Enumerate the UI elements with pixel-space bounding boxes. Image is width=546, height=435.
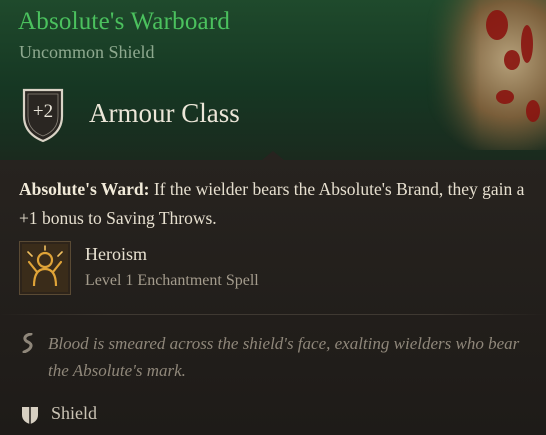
armour-class-badge: +2	[19, 86, 67, 144]
passive-name: Absolute's Ward:	[19, 179, 150, 199]
armour-class-label: Armour Class	[89, 98, 240, 128]
shield-icon	[22, 407, 38, 424]
item-art-image	[426, 0, 546, 150]
item-title: Absolute's Warboard	[18, 8, 231, 35]
flavor-quote-icon	[22, 333, 33, 353]
item-rarity: Uncommon Shield	[19, 42, 155, 62]
spell-subtitle: Level 1 Enchantment Spell	[85, 272, 259, 289]
armour-class-value: +2	[32, 101, 54, 122]
item-type-label: Shield	[51, 403, 98, 423]
divider-notch-icon	[262, 151, 284, 160]
flavor-text: Blood is smeared across the shield's fac…	[48, 334, 520, 380]
heroism-icon[interactable]	[19, 241, 71, 295]
passive-description: Absolute's Ward: If the wielder bears th…	[19, 175, 529, 233]
section-divider	[0, 314, 546, 315]
spell-name: Heroism	[85, 244, 147, 264]
